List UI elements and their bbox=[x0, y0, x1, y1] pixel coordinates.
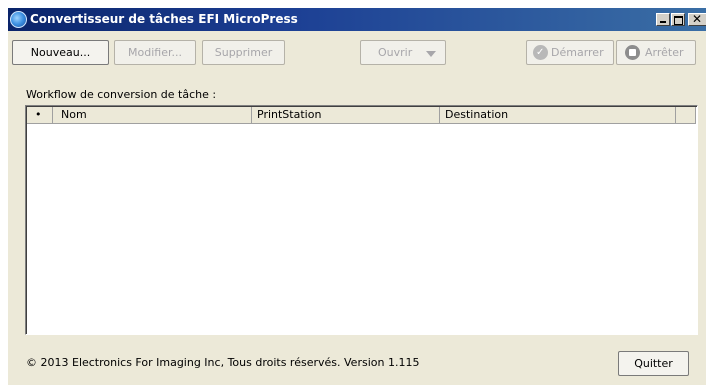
title-bar[interactable]: Convertisseur de tâches EFI MicroPress ✕ bbox=[8, 8, 706, 31]
open-dropdown-button[interactable]: Ouvrir bbox=[360, 40, 446, 65]
workflow-list[interactable]: • Nom PrintStation Destination bbox=[25, 105, 698, 335]
column-header-destination[interactable]: Destination bbox=[440, 107, 676, 124]
column-header-filler bbox=[676, 107, 696, 124]
start-button[interactable]: Démarrer bbox=[526, 40, 614, 65]
close-icon: ✕ bbox=[692, 12, 703, 26]
column-header-status[interactable]: • bbox=[27, 107, 53, 124]
maximize-button[interactable] bbox=[671, 13, 685, 26]
start-button-label: Démarrer bbox=[551, 46, 604, 59]
column-header-printstation[interactable]: PrintStation bbox=[252, 107, 440, 124]
stop-button[interactable]: Arrêter bbox=[616, 40, 696, 65]
start-icon bbox=[533, 41, 548, 64]
new-button-label: Nouveau... bbox=[30, 46, 91, 59]
chevron-down-icon bbox=[426, 51, 436, 57]
delete-button[interactable]: Supprimer bbox=[202, 40, 285, 65]
new-button[interactable]: Nouveau... bbox=[12, 40, 109, 65]
stop-button-label: Arrêter bbox=[645, 46, 684, 59]
app-icon[interactable] bbox=[10, 11, 27, 28]
minimize-button[interactable] bbox=[656, 13, 670, 26]
window-title: Convertisseur de tâches EFI MicroPress bbox=[30, 12, 298, 26]
open-button-label: Ouvrir bbox=[378, 46, 413, 59]
quit-button-label: Quitter bbox=[634, 357, 673, 370]
workflow-label: Workflow de conversion de tâche : bbox=[26, 88, 217, 101]
delete-button-label: Supprimer bbox=[214, 46, 273, 59]
app-window: Convertisseur de tâches EFI MicroPress ✕… bbox=[8, 8, 706, 385]
quit-button[interactable]: Quitter bbox=[618, 351, 689, 376]
copyright-text: © 2013 Electronics For Imaging Inc, Tous… bbox=[26, 356, 420, 369]
workflow-list-header: • Nom PrintStation Destination bbox=[27, 107, 696, 124]
column-header-name[interactable]: Nom bbox=[53, 107, 252, 124]
stop-icon bbox=[625, 45, 640, 60]
edit-button-label: Modifier... bbox=[128, 46, 182, 59]
close-button[interactable]: ✕ bbox=[688, 12, 706, 26]
edit-button[interactable]: Modifier... bbox=[114, 40, 196, 65]
